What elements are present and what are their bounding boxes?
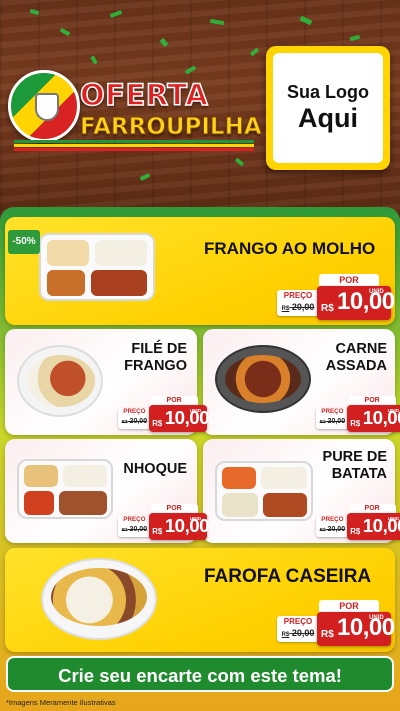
- old-price-box: PREÇO R$ 20,00: [316, 516, 349, 537]
- product-name: FRANGO AO MOLHO: [204, 239, 376, 258]
- unit-label: UNID: [369, 289, 384, 295]
- unit-label: UNID: [189, 407, 202, 413]
- old-price: R$ 20,00: [316, 525, 349, 534]
- old-price-box: PREÇO R$ 20,00: [118, 408, 151, 429]
- currency: R$: [152, 526, 163, 536]
- product-name-line1: FILÉ DE: [131, 341, 187, 357]
- new-price-box: R$ 10,00 UNID: [317, 612, 395, 646]
- old-price-currency: R$: [319, 527, 326, 533]
- preco-label: PREÇO: [321, 516, 344, 524]
- por-label: POR: [319, 600, 379, 612]
- old-price-box: PREÇO R$ 20,00: [118, 516, 151, 537]
- old-price-value: 20,00: [327, 418, 346, 426]
- new-price-box: R$ 10,00 UNID: [347, 513, 400, 540]
- product-name-line1: CARNE: [335, 341, 387, 357]
- por-label: POR: [150, 504, 198, 514]
- unit-label: UNID: [189, 515, 202, 521]
- logo-text-line1: Sua Logo: [287, 82, 369, 102]
- new-price: 10,00: [337, 614, 395, 641]
- old-price-value: 20,00: [291, 628, 315, 638]
- por-label: POR: [348, 396, 396, 406]
- por-label: POR: [348, 504, 396, 514]
- unit-label: UNID: [387, 515, 400, 521]
- discount-badge: -50%: [8, 230, 40, 254]
- product-name-line2: BATATA: [331, 465, 387, 482]
- headline-line2: FARROUPILHA: [80, 114, 263, 141]
- new-price-box: R$ 10,00 UNID: [149, 405, 210, 432]
- product-name-line2: ASSADA: [325, 357, 387, 374]
- product-name-line1: PURE DE: [322, 449, 387, 465]
- old-price: R$ 20,00: [118, 525, 151, 534]
- unit-label: UNID: [369, 615, 384, 621]
- preco-label: PREÇO: [123, 516, 146, 524]
- old-price-currency: R$: [121, 419, 128, 425]
- preco-label: PREÇO: [321, 408, 344, 416]
- new-price: 10,00: [337, 288, 395, 315]
- old-price-currency: R$: [319, 419, 326, 425]
- new-price-box: R$ 10,00 UNID: [347, 405, 400, 432]
- old-price-value: 20,00: [129, 526, 148, 534]
- unit-label: UNID: [387, 407, 400, 413]
- product-name: FILÉ DE FRANGO: [124, 341, 187, 374]
- old-price-currency: R$: [281, 632, 290, 638]
- cta-banner[interactable]: Crie seu encarte com este tema!: [6, 656, 394, 692]
- product-name-line2: FRANGO: [124, 357, 187, 374]
- product-name: CARNE ASSADA: [326, 341, 387, 374]
- new-price-box: R$ 10,00 UNID: [149, 513, 210, 540]
- product-name: NHOQUE: [123, 461, 187, 477]
- preco-label: PREÇO: [123, 408, 146, 416]
- old-price-box: PREÇO R$ 20,00: [316, 408, 349, 429]
- old-price: R$ 20,00: [277, 301, 319, 315]
- old-price-box: PREÇO R$ 20,00: [277, 616, 319, 642]
- food-bowl-image: [17, 345, 103, 417]
- old-price-value: 20,00: [327, 526, 346, 534]
- food-bowl-image: [41, 558, 157, 640]
- product-name: PURE DE BATATA: [323, 449, 387, 482]
- food-tray-image: [215, 461, 313, 521]
- preco-label: PREÇO: [283, 617, 313, 626]
- currency: R$: [350, 418, 361, 428]
- headline: OFERTA FARROUPILHA: [79, 77, 263, 141]
- flag-stripes: [14, 140, 254, 152]
- old-price-box: PREÇO R$ 20,00: [277, 290, 319, 316]
- food-bowl-image: [215, 345, 311, 413]
- old-price: R$ 20,00: [316, 417, 349, 426]
- food-tray-image: [17, 459, 113, 519]
- disclaimer: *Imagens Meramente Ilustrativas: [6, 698, 116, 707]
- new-price: 10,00: [164, 406, 210, 428]
- old-price: R$ 20,00: [118, 417, 151, 426]
- coat-of-arms-icon: [35, 93, 59, 121]
- rio-grande-do-sul-flag-badge: [8, 70, 80, 142]
- new-price: 10,00: [164, 514, 210, 536]
- logo-text-line2: Aqui: [298, 103, 358, 133]
- old-price-value: 20,00: [291, 302, 315, 312]
- currency: R$: [321, 303, 334, 314]
- por-label: POR: [319, 274, 379, 286]
- old-price-currency: R$: [281, 306, 290, 312]
- por-label: POR: [150, 396, 198, 406]
- product-name: FAROFA CASEIRA: [204, 566, 372, 587]
- currency: R$: [321, 629, 334, 640]
- food-tray-image: [39, 233, 155, 301]
- old-price-value: 20,00: [129, 418, 148, 426]
- new-price-box: R$ 10,00 UNID: [317, 286, 395, 320]
- logo-placeholder: Sua Logo Aqui: [266, 46, 390, 170]
- old-price: R$ 20,00: [277, 627, 319, 641]
- currency: R$: [350, 526, 361, 536]
- old-price-currency: R$: [121, 527, 128, 533]
- preco-label: PREÇO: [283, 291, 313, 300]
- currency: R$: [152, 418, 163, 428]
- headline-line1: OFERTA: [79, 77, 209, 113]
